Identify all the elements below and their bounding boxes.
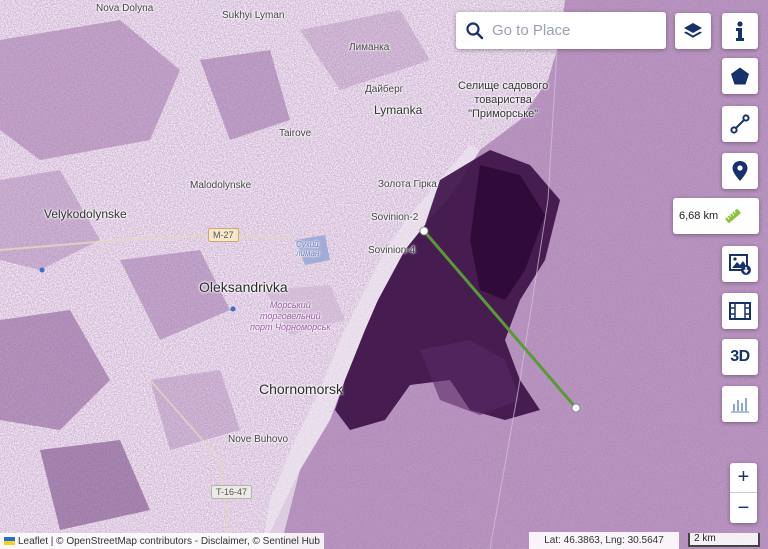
- search-icon: [466, 21, 484, 39]
- place-label-sovinion-2: Sovinion-2: [371, 212, 419, 223]
- film-icon: [729, 302, 751, 320]
- place-label-zolota-hirka: Золота Гірка: [378, 179, 437, 190]
- place-label-port: Морський торговельний порт Чорноморськ: [250, 300, 331, 332]
- search-box[interactable]: [456, 12, 666, 49]
- place-label-nova-dolyna: Nova Dolyna: [96, 3, 154, 14]
- zoom-control: + −: [730, 463, 757, 523]
- place-label-oleksandrivka: Oleksandrivka: [199, 279, 288, 295]
- place-label-malodolynske: Malodolynske: [190, 180, 252, 191]
- map-view[interactable]: Nova Dolyna Sukhyi Lyman Лиманка Дайберг…: [0, 0, 768, 549]
- place-label-sukhyi-lyman-water: Сухий лиман: [296, 240, 320, 258]
- draw-line-button[interactable]: [722, 106, 758, 142]
- ruler-icon[interactable]: [724, 207, 742, 225]
- layers-icon: [684, 23, 702, 38]
- attribution-bar: Leaflet | © OpenStreetMap contributors -…: [0, 533, 324, 549]
- scale-bar: 2 km: [688, 533, 760, 547]
- image-download-icon: [729, 254, 751, 275]
- timelapse-button[interactable]: [722, 293, 758, 329]
- place-dot: [230, 306, 236, 312]
- measure-distance: 6,68 km: [679, 210, 719, 222]
- road-shield-m27: M-27: [208, 228, 239, 242]
- histogram-icon: [731, 398, 749, 413]
- place-label-tairove: Tairove: [279, 128, 312, 139]
- marker-icon: [732, 161, 748, 181]
- place-label-velykodolynske: Velykodolynske: [44, 207, 127, 221]
- place-label-sovinion-4: Sovinion-4: [368, 245, 416, 256]
- coordinates-readout: Lat: 46.3863, Lng: 30.5647: [529, 532, 679, 549]
- polygon-icon: [731, 67, 749, 85]
- attribution-text: Leaflet | © OpenStreetMap contributors -…: [18, 535, 320, 547]
- 3d-view-button[interactable]: 3D: [722, 339, 758, 375]
- place-label-daiberh: Дайберг: [365, 84, 404, 95]
- measure-start-point[interactable]: [419, 226, 429, 236]
- place-marker-button[interactable]: [722, 153, 758, 189]
- measure-panel[interactable]: 6,68 km: [673, 198, 759, 234]
- satellite-radar-layer: [0, 0, 768, 549]
- draw-polygon-button[interactable]: [722, 58, 758, 94]
- histogram-button[interactable]: [722, 386, 758, 422]
- road-shield-t1647: T-16-47: [211, 485, 253, 499]
- measure-end-point[interactable]: [571, 403, 581, 413]
- place-label-chornomorsk: Chornomorsk: [259, 381, 344, 397]
- place-label-lymanka: Lymanka: [374, 103, 423, 117]
- ukraine-flag-icon: [4, 537, 15, 545]
- place-label-sukhyi-lyman: Sukhyi Lyman: [222, 10, 285, 21]
- 3d-label: 3D: [730, 348, 750, 365]
- info-icon: [736, 21, 744, 41]
- place-label-nove-buhovo: Nove Buhovo: [228, 434, 289, 445]
- layers-button[interactable]: [675, 13, 711, 49]
- zoom-out-button[interactable]: −: [730, 493, 757, 523]
- place-label-lymanka-cyrillic: Лиманка: [349, 42, 390, 53]
- image-download-button[interactable]: [722, 246, 758, 282]
- zoom-in-button[interactable]: +: [730, 463, 757, 493]
- place-label-selyshche: Селище садового товариства "Приморське": [458, 80, 549, 120]
- scale-label: 2 km: [694, 533, 716, 544]
- search-input[interactable]: [492, 22, 652, 39]
- place-dot: [39, 267, 45, 273]
- coordinates-text: Lat: 46.3863, Lng: 30.5647: [544, 535, 664, 546]
- polyline-icon: [730, 114, 750, 134]
- info-button[interactable]: [722, 13, 758, 49]
